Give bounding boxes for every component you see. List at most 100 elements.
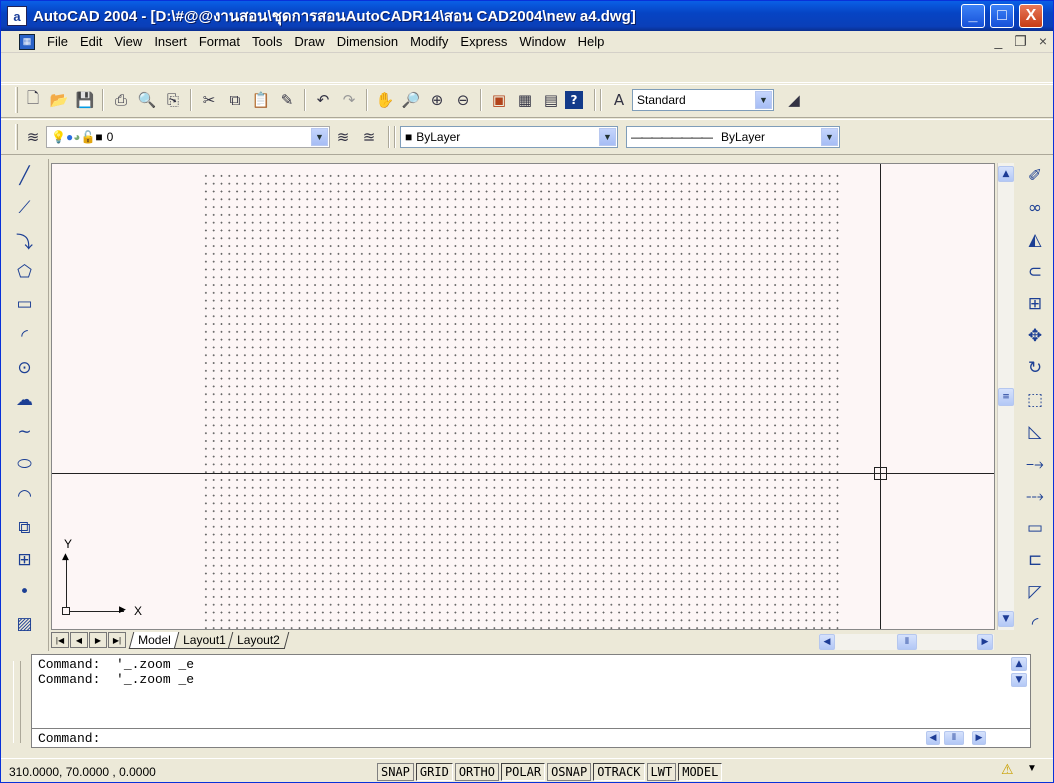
chevron-down-icon[interactable]: ▼	[755, 91, 772, 109]
ellipse-icon[interactable]: ⬭	[10, 449, 40, 479]
cmd-scroll-down-icon[interactable]: ▼	[1011, 673, 1027, 687]
stretch-icon[interactable]: ◺	[1020, 417, 1050, 447]
break-at-point-icon[interactable]: ⊏	[1020, 545, 1050, 575]
chevron-down-icon[interactable]: ▼	[821, 128, 838, 146]
osnap-toggle[interactable]: OSNAP	[547, 762, 592, 781]
menu-dimension[interactable]: Dimension	[331, 34, 404, 49]
menu-edit[interactable]: Edit	[74, 34, 108, 49]
ortho-toggle[interactable]: ORTHO	[454, 762, 499, 781]
zoom-window-icon[interactable]: ⊕	[425, 88, 449, 112]
move-icon[interactable]: ✥	[1020, 321, 1050, 351]
match-icon[interactable]: ✎	[275, 88, 299, 112]
drawing-canvas[interactable]: ▲ ▶ Y X	[51, 163, 995, 630]
command-line-input[interactable]: Command:	[32, 728, 1030, 748]
help-icon[interactable]: ?	[565, 91, 583, 109]
tab-model[interactable]: Model	[128, 631, 180, 649]
coordinate-readout[interactable]: 310.0000, 70.0000 , 0.0000	[9, 765, 377, 779]
color-select[interactable]: ■ ByLayer ▼	[400, 126, 618, 148]
text-style-icon[interactable]: A	[607, 88, 631, 112]
offset-icon[interactable]: ⊂	[1020, 257, 1050, 287]
point-icon[interactable]: •	[10, 577, 40, 607]
menu-express[interactable]: Express	[454, 34, 513, 49]
break-icon[interactable]: ▭	[1020, 513, 1050, 543]
doc-minimize-button[interactable]: _	[994, 33, 1002, 50]
vertical-scroll-thumb[interactable]: ≡	[998, 388, 1014, 406]
array-icon[interactable]: ⊞	[1020, 289, 1050, 319]
properties-icon[interactable]: ▣	[487, 88, 511, 112]
polygon-icon[interactable]: ⬠	[10, 257, 40, 287]
layer-previous-icon[interactable]: ≊	[357, 125, 381, 149]
grid-toggle[interactable]: GRID	[415, 762, 453, 781]
tab-layout1[interactable]: Layout1	[173, 631, 235, 649]
make-block-icon[interactable]: ⊞	[10, 545, 40, 575]
make-current-layer-icon[interactable]: ≋	[331, 125, 355, 149]
menu-view[interactable]: View	[108, 34, 148, 49]
minimize-button[interactable]: _	[961, 4, 985, 28]
menu-draw[interactable]: Draw	[288, 34, 330, 49]
tab-layout2[interactable]: Layout2	[228, 631, 290, 649]
toolbar-grip[interactable]	[15, 87, 18, 113]
status-menu-icon[interactable]: ▼	[1027, 763, 1037, 774]
lwt-toggle[interactable]: LWT	[646, 762, 677, 781]
menu-insert[interactable]: Insert	[148, 34, 193, 49]
menu-modify[interactable]: Modify	[404, 34, 454, 49]
last-tab-icon[interactable]: ▶|	[108, 632, 126, 648]
dimension-style-icon[interactable]: ◢	[782, 88, 806, 112]
design-center-icon[interactable]: ▦	[513, 88, 537, 112]
construction-line-icon[interactable]: ⟋	[10, 193, 40, 223]
polar-toggle[interactable]: POLAR	[500, 762, 546, 781]
cut-icon[interactable]: ✂	[197, 88, 221, 112]
communication-center-icon[interactable]: ⚠	[1001, 761, 1014, 778]
scale-icon[interactable]: ⬚	[1020, 385, 1050, 415]
publish-icon[interactable]: ⎘	[161, 88, 185, 112]
chevron-down-icon[interactable]: ▼	[311, 128, 328, 146]
vertical-scrollbar[interactable]: ▲ ≡ ▼	[997, 163, 1014, 630]
menu-help[interactable]: Help	[572, 34, 611, 49]
text-style-select[interactable]: Standard ▼	[632, 89, 774, 111]
cmd-scroll-left-icon[interactable]: ◀	[926, 731, 940, 745]
otrack-toggle[interactable]: OTRACK	[593, 762, 645, 781]
next-tab-icon[interactable]: ▶	[89, 632, 107, 648]
ellipse-arc-icon[interactable]: ◠	[10, 481, 40, 511]
zoom-previous-icon[interactable]: ⊖	[451, 88, 475, 112]
maximize-button[interactable]: □	[990, 4, 1014, 28]
autocad-app-icon[interactable]: a	[7, 6, 27, 26]
spline-icon[interactable]: ∼	[10, 417, 40, 447]
mirror-icon[interactable]: ◭	[1020, 225, 1050, 255]
copy-icon[interactable]: ⧉	[223, 88, 247, 112]
layer-manager-icon[interactable]: ≋	[21, 125, 45, 149]
horizontal-scroll-thumb[interactable]: ⦀	[897, 634, 917, 650]
first-tab-icon[interactable]: |◀	[51, 632, 69, 648]
scroll-right-icon[interactable]: ▶	[977, 634, 993, 650]
preview-icon[interactable]: 🔍	[135, 88, 159, 112]
document-icon[interactable]: ▦	[19, 33, 35, 50]
extend-icon[interactable]: ⤏	[1020, 481, 1050, 511]
menu-format[interactable]: Format	[193, 34, 246, 49]
rotate-icon[interactable]: ↻	[1020, 353, 1050, 383]
command-window-grip[interactable]	[13, 661, 21, 743]
horizontal-scrollbar[interactable]: ◀ ⦀ ▶	[819, 634, 994, 650]
open-icon[interactable]: 📂	[47, 88, 71, 112]
menu-tools[interactable]: Tools	[246, 34, 288, 49]
chamfer-icon[interactable]: ◸	[1020, 577, 1050, 607]
erase-icon[interactable]: ✐	[1020, 161, 1050, 191]
print-icon[interactable]: ⎙	[109, 88, 133, 112]
model-toggle[interactable]: MODEL	[678, 762, 723, 781]
rectangle-icon[interactable]: ▭	[10, 289, 40, 319]
new-icon[interactable]: 🗋	[21, 88, 45, 112]
save-icon[interactable]: 💾	[73, 88, 97, 112]
title-bar[interactable]: a AutoCAD 2004 - [D:\#@@งานสอน\ชุดการสอน…	[1, 1, 1053, 31]
arc-icon[interactable]: ◜	[10, 321, 40, 351]
menu-window[interactable]: Window	[513, 34, 571, 49]
hatch-icon[interactable]: ▨	[10, 609, 40, 639]
cmd-scroll-right-icon[interactable]: ▶	[972, 731, 986, 745]
zoom-realtime-icon[interactable]: 🔎	[399, 88, 423, 112]
toolbar-grip[interactable]	[15, 124, 18, 150]
cmd-scroll-thumb[interactable]: ⦀	[944, 731, 964, 745]
chevron-down-icon[interactable]: ▼	[599, 128, 616, 146]
insert-block-icon[interactable]: ⧉	[10, 513, 40, 543]
trim-icon[interactable]: ⤍	[1020, 449, 1050, 479]
close-button[interactable]: X	[1019, 4, 1043, 28]
pan-icon[interactable]: ✋	[373, 88, 397, 112]
menu-file[interactable]: File	[41, 34, 74, 49]
